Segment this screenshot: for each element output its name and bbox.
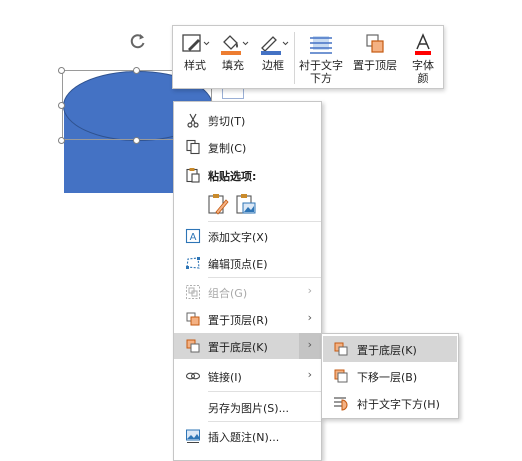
chevron-right-icon[interactable]: › [308, 311, 312, 324]
copy-icon [186, 139, 200, 155]
submenu-item-send-backward[interactable]: 下移一层(B) [323, 363, 457, 389]
resize-handle-top-left[interactable] [58, 67, 65, 74]
fill-button[interactable]: 填充 [215, 30, 251, 72]
behind-text-icon [334, 397, 348, 411]
menu-label-link: 链接(I) [208, 371, 242, 384]
send-to-back-submenu: 置于底层(K) 下移一层(B) 衬于文字下方(H) [321, 333, 459, 419]
behind-text-button[interactable]: 衬于文字 下方 [297, 30, 345, 85]
fill-label: 填充 [222, 59, 244, 72]
bring-front-icon [186, 312, 200, 326]
menu-label-cut: 剪切(T) [208, 115, 246, 128]
submenu-item-send-to-back[interactable]: 置于底层(K) [323, 336, 457, 362]
menu-item-copy[interactable]: 复制(C) [174, 134, 321, 160]
menu-label-insert-caption: 插入题注(N)... [208, 431, 280, 444]
caption-icon [186, 429, 200, 443]
border-label: 边框 [262, 59, 284, 72]
submenu-item-behind-text[interactable]: 衬于文字下方(H) [323, 390, 457, 416]
menu-separator [208, 391, 321, 392]
menu-item-send-to-back[interactable]: 置于底层(K) › [174, 333, 321, 359]
behind-text-label-line2: 下方 [310, 72, 332, 85]
mini-toolbar: 样式 填充 边框 衬于文字 下方 置于顶层 字体 颜 [172, 25, 444, 89]
bring-front-icon [366, 34, 384, 53]
fill-icon [221, 35, 249, 55]
menu-label-save-as-picture: 另存为图片(S)... [208, 402, 290, 415]
paste-keep-format-button[interactable] [206, 192, 232, 216]
menu-separator [208, 421, 321, 422]
chevron-right-icon[interactable]: › [308, 338, 312, 351]
style-button[interactable]: 样式 [179, 30, 211, 72]
menu-label-bring-to-front: 置于顶层(R) [208, 314, 269, 327]
chevron-right-icon[interactable]: › [308, 368, 312, 381]
paste-icon [186, 168, 200, 183]
layout-options-button[interactable] [222, 88, 244, 99]
add-text-icon: A [185, 228, 201, 244]
resize-handle-bottom[interactable] [133, 137, 140, 144]
context-menu: 剪切(T) 复制(C) 粘贴选项: A 添加文字(X) 编辑顶点(E) 组合(G… [173, 101, 322, 461]
toolbar-divider [294, 32, 295, 84]
rotate-handle[interactable] [128, 31, 148, 51]
menu-label-copy: 复制(C) [208, 142, 247, 155]
menu-label-send-to-back: 置于底层(K) [208, 341, 268, 354]
resize-handle-left[interactable] [58, 102, 65, 109]
menu-label-paste-options: 粘贴选项: [208, 170, 257, 183]
menu-item-save-as-picture[interactable]: 另存为图片(S)... [174, 394, 321, 420]
menu-item-cut[interactable]: 剪切(T) [174, 107, 321, 133]
bring-front-button[interactable]: 置于顶层 [351, 30, 399, 72]
rotate-icon[interactable] [128, 31, 148, 51]
menu-separator [208, 277, 321, 278]
menu-item-group[interactable]: 组合(G) › [174, 279, 321, 305]
paste-picture-button[interactable] [234, 192, 260, 216]
border-icon [261, 36, 289, 55]
font-color-button[interactable]: 字体 颜 [405, 30, 441, 85]
link-icon [185, 372, 201, 380]
menu-item-edit-points[interactable]: 编辑顶点(E) [174, 250, 321, 276]
chevron-right-icon: › [307, 284, 312, 297]
style-icon [182, 34, 210, 52]
group-icon [186, 285, 200, 299]
menu-item-link[interactable]: 链接(I) › [174, 363, 321, 389]
border-button[interactable]: 边框 [255, 30, 291, 72]
resize-handle-top[interactable] [133, 67, 140, 74]
menu-separator [208, 221, 321, 222]
menu-label-group: 组合(G) [208, 287, 248, 300]
menu-heading-paste-options: 粘贴选项: [174, 162, 321, 188]
style-label: 样式 [184, 59, 206, 72]
font-color-icon [415, 33, 431, 55]
behind-text-icon [310, 36, 332, 54]
paste-keep-format-icon [208, 194, 229, 215]
send-back-icon [334, 342, 348, 356]
menu-item-add-text[interactable]: A 添加文字(X) [174, 223, 321, 249]
paste-picture-icon [236, 194, 256, 214]
scissors-icon [187, 113, 199, 128]
menu-item-insert-caption[interactable]: 插入题注(N)... [174, 423, 321, 449]
svg-text:A: A [190, 232, 197, 243]
resize-handle-bottom-left[interactable] [58, 137, 65, 144]
menu-item-bring-to-front[interactable]: 置于顶层(R) › [174, 306, 321, 332]
submenu-label-behind-text: 衬于文字下方(H) [357, 398, 440, 411]
edit-points-icon [186, 257, 200, 269]
behind-text-label-line1: 衬于文字 [299, 59, 343, 72]
send-back-icon [186, 339, 200, 353]
font-color-label-line2: 颜 [417, 72, 429, 85]
menu-label-edit-points: 编辑顶点(E) [208, 258, 268, 271]
submenu-label-send-to-back: 置于底层(K) [357, 344, 417, 357]
font-color-label-line1: 字体 [412, 59, 434, 72]
submenu-label-send-backward: 下移一层(B) [357, 371, 418, 384]
send-backward-icon [334, 369, 348, 383]
bring-front-label: 置于顶层 [353, 59, 397, 72]
menu-label-add-text: 添加文字(X) [208, 231, 269, 244]
